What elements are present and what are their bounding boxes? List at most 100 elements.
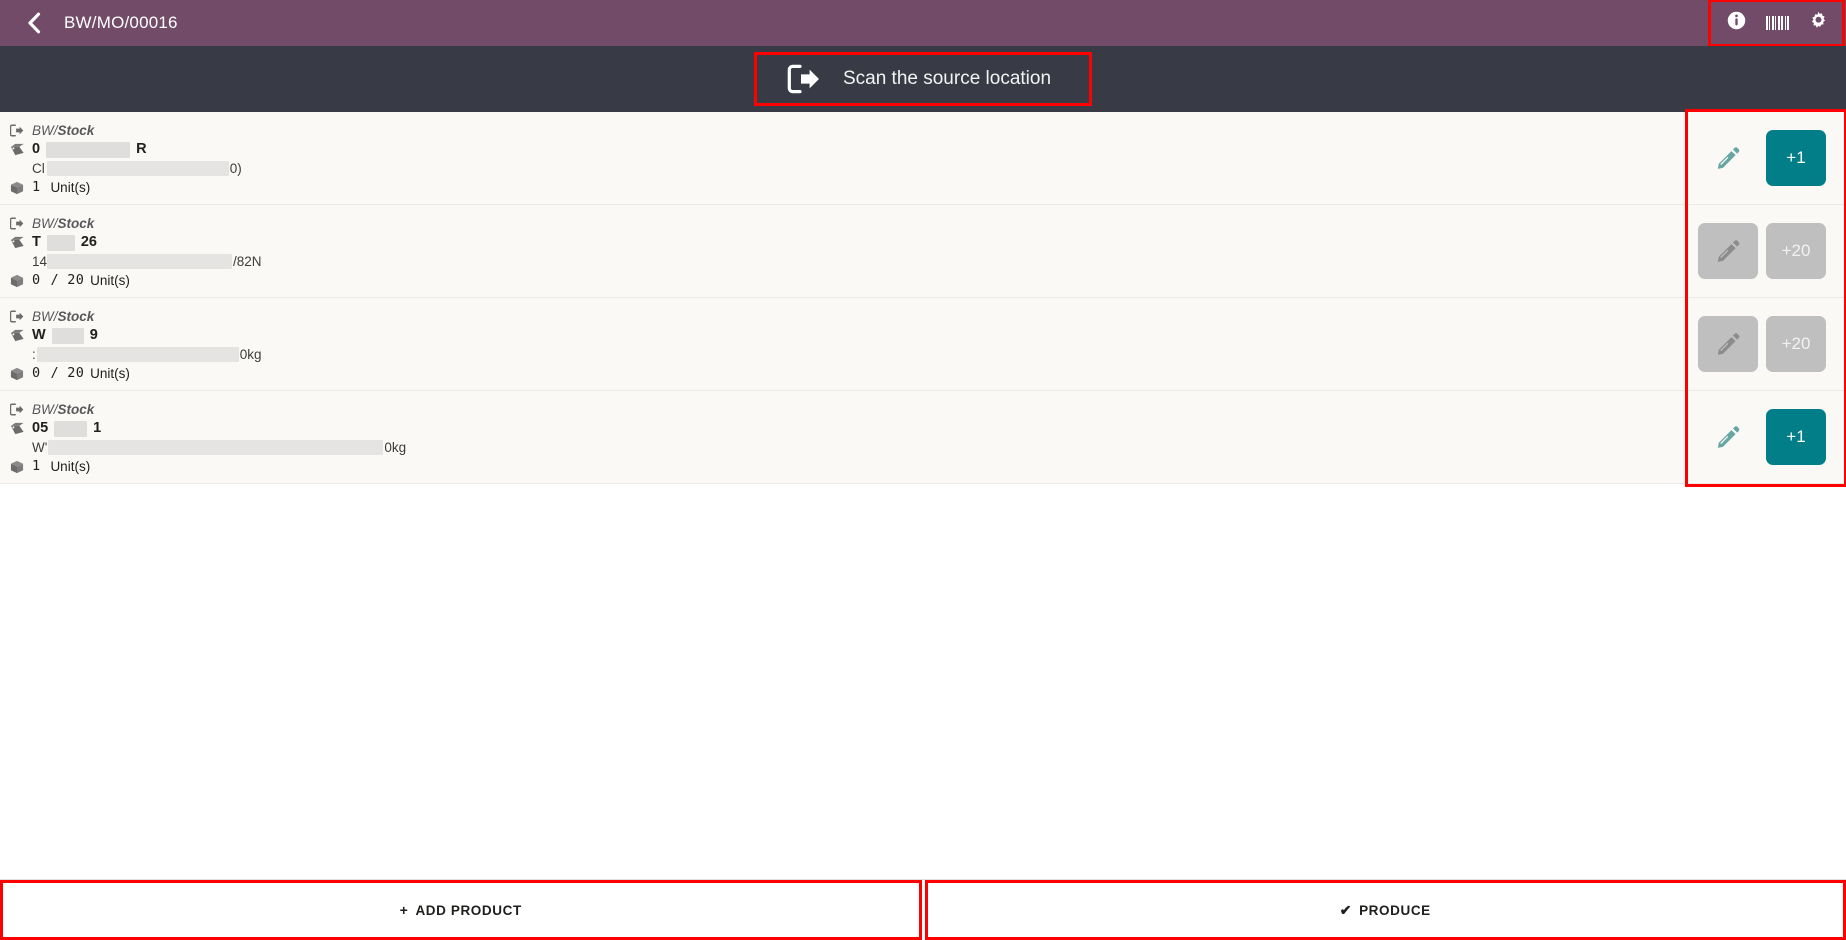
gear-icon [1809, 11, 1828, 35]
row-location-prefix: BW/ [32, 309, 58, 324]
row-quantity-done: 1 [32, 179, 41, 195]
info-button[interactable] [1727, 11, 1746, 35]
row-description-suffix: /82N [233, 254, 262, 269]
increment-quantity-button[interactable]: +20 [1766, 223, 1826, 279]
row-quantity-unit: Unit(s) [90, 273, 130, 288]
redacted-product-name [51, 327, 84, 344]
row-description-prefix: Cl [32, 161, 45, 176]
row-product-line: W 9 [10, 326, 1694, 345]
redacted-product-name [54, 420, 88, 437]
produce-button[interactable]: ✔ PRODUCE [924, 880, 1846, 940]
table-row[interactable]: BW/Stock W 9 : 0kg 0 / 20 Unit(s) +20 [0, 298, 1846, 391]
row-location-line: BW/Stock [10, 121, 1694, 140]
add-product-label: ADD PRODUCT [415, 902, 522, 918]
plus-icon: + [399, 902, 409, 918]
row-quantity-done: 0 [32, 272, 41, 288]
box-icon [10, 181, 32, 195]
barcode-button[interactable] [1765, 16, 1789, 30]
scan-instruction-box[interactable]: Scan the source location [753, 52, 1093, 106]
row-content: BW/Stock T 26 14 /82N 0 / 20 Unit(s) [0, 205, 1694, 297]
redacted-description [47, 254, 233, 269]
pencil-icon [1715, 238, 1741, 264]
pencil-icon [1715, 331, 1741, 357]
row-quantity-line: 0 / 20 Unit(s) [10, 271, 1694, 290]
add-product-button[interactable]: + ADD PRODUCT [0, 880, 922, 940]
increment-quantity-button[interactable]: +1 [1766, 130, 1826, 186]
pencil-icon [1715, 145, 1741, 171]
page-title: BW/MO/00016 [64, 13, 178, 32]
row-location-name: Stock [57, 123, 95, 138]
row-action-group: +1 [1694, 112, 1846, 204]
row-product-line: 0 R [10, 140, 1694, 159]
row-content: BW/Stock 05 1 W' 0kg 1 Unit(s) [0, 391, 1694, 483]
row-product-suffix: 26 [80, 234, 97, 250]
row-description-prefix: 14 [32, 254, 48, 269]
redacted-product-name [46, 141, 131, 158]
edit-line-button[interactable] [1698, 130, 1758, 186]
table-row[interactable]: BW/Stock T 26 14 /82N 0 / 20 Unit(s) +20 [0, 205, 1846, 298]
row-product-prefix: 0 [32, 141, 41, 157]
row-product-suffix: 9 [89, 327, 98, 343]
row-description-prefix: : [32, 347, 36, 362]
tag-icon [10, 143, 32, 156]
app-header: BW/MO/00016 [0, 0, 1846, 47]
edit-line-button[interactable] [1698, 409, 1758, 465]
row-product-suffix: 1 [93, 420, 102, 436]
scan-banner: Scan the source location [0, 46, 1846, 112]
row-action-group: +20 [1694, 205, 1846, 297]
row-description-line: : 0kg [10, 345, 1694, 364]
sign-out-icon [10, 124, 32, 137]
row-location-name: Stock [57, 216, 95, 231]
sign-out-icon [10, 217, 32, 230]
row-description-line: W' 0kg [10, 438, 1694, 457]
settings-button[interactable] [1809, 11, 1828, 35]
box-icon [10, 460, 32, 474]
row-location-line: BW/Stock [10, 214, 1694, 233]
row-quantity-done: 0 [32, 365, 41, 381]
row-product-suffix: R [136, 141, 147, 157]
row-content: BW/Stock W 9 : 0kg 0 / 20 Unit(s) [0, 298, 1694, 390]
row-content: BW/Stock 0 R Cl 0) 1 Unit(s) [0, 112, 1694, 204]
barcode-manufacturing-screen: BW/MO/00016 Scan the source location BW/… [0, 0, 1846, 940]
scan-instruction-text: Scan the source location [842, 68, 1052, 89]
tag-icon [10, 236, 32, 249]
row-product-line: T 26 [10, 233, 1694, 252]
increment-quantity-button[interactable]: +20 [1766, 316, 1826, 372]
scan-exit-icon [787, 64, 821, 94]
tag-icon [10, 329, 32, 342]
row-product-line: 05 1 [10, 419, 1694, 438]
row-location-prefix: BW/ [32, 123, 58, 138]
sign-out-icon [10, 403, 32, 416]
barcode-icon [1765, 16, 1789, 30]
box-icon [10, 367, 32, 381]
edit-line-button[interactable] [1698, 316, 1758, 372]
row-location-line: BW/Stock [10, 307, 1694, 326]
row-action-group: +1 [1694, 391, 1846, 483]
row-product-prefix: 05 [32, 420, 49, 436]
footer-toolbar: + ADD PRODUCT ✔ PRODUCE [0, 879, 1846, 940]
row-description-suffix: 0) [229, 161, 242, 176]
product-list: BW/Stock 0 R Cl 0) 1 Unit(s) +1 BW/ Stoc… [0, 109, 1846, 487]
row-location-prefix: BW/ [32, 402, 58, 417]
row-description-suffix: 0kg [239, 347, 262, 362]
edit-line-button[interactable] [1698, 223, 1758, 279]
row-location-name: Stock [57, 309, 95, 324]
row-quantity-line: 0 / 20 Unit(s) [10, 364, 1694, 383]
row-quantity-line: 1 Unit(s) [10, 178, 1694, 197]
redacted-description [36, 347, 239, 362]
tag-icon [10, 422, 32, 435]
check-icon: ✔ [1339, 901, 1353, 918]
row-description-line: 14 /82N [10, 252, 1694, 271]
table-row[interactable]: BW/Stock 05 1 W' 0kg 1 Unit(s) +1 [0, 391, 1846, 484]
table-row[interactable]: BW/Stock 0 R Cl 0) 1 Unit(s) +1 [0, 112, 1846, 205]
row-description-suffix: 0kg [384, 440, 407, 455]
row-description-line: Cl 0) [10, 159, 1694, 178]
back-button[interactable] [10, 0, 56, 46]
increment-quantity-button[interactable]: +1 [1766, 409, 1826, 465]
row-location-prefix: BW/ [32, 216, 58, 231]
row-location-name: Stock [57, 402, 95, 417]
produce-label: PRODUCE [1359, 902, 1431, 918]
pencil-icon [1715, 424, 1741, 450]
redacted-description [46, 161, 229, 176]
row-quantity-done: 1 [32, 458, 41, 474]
